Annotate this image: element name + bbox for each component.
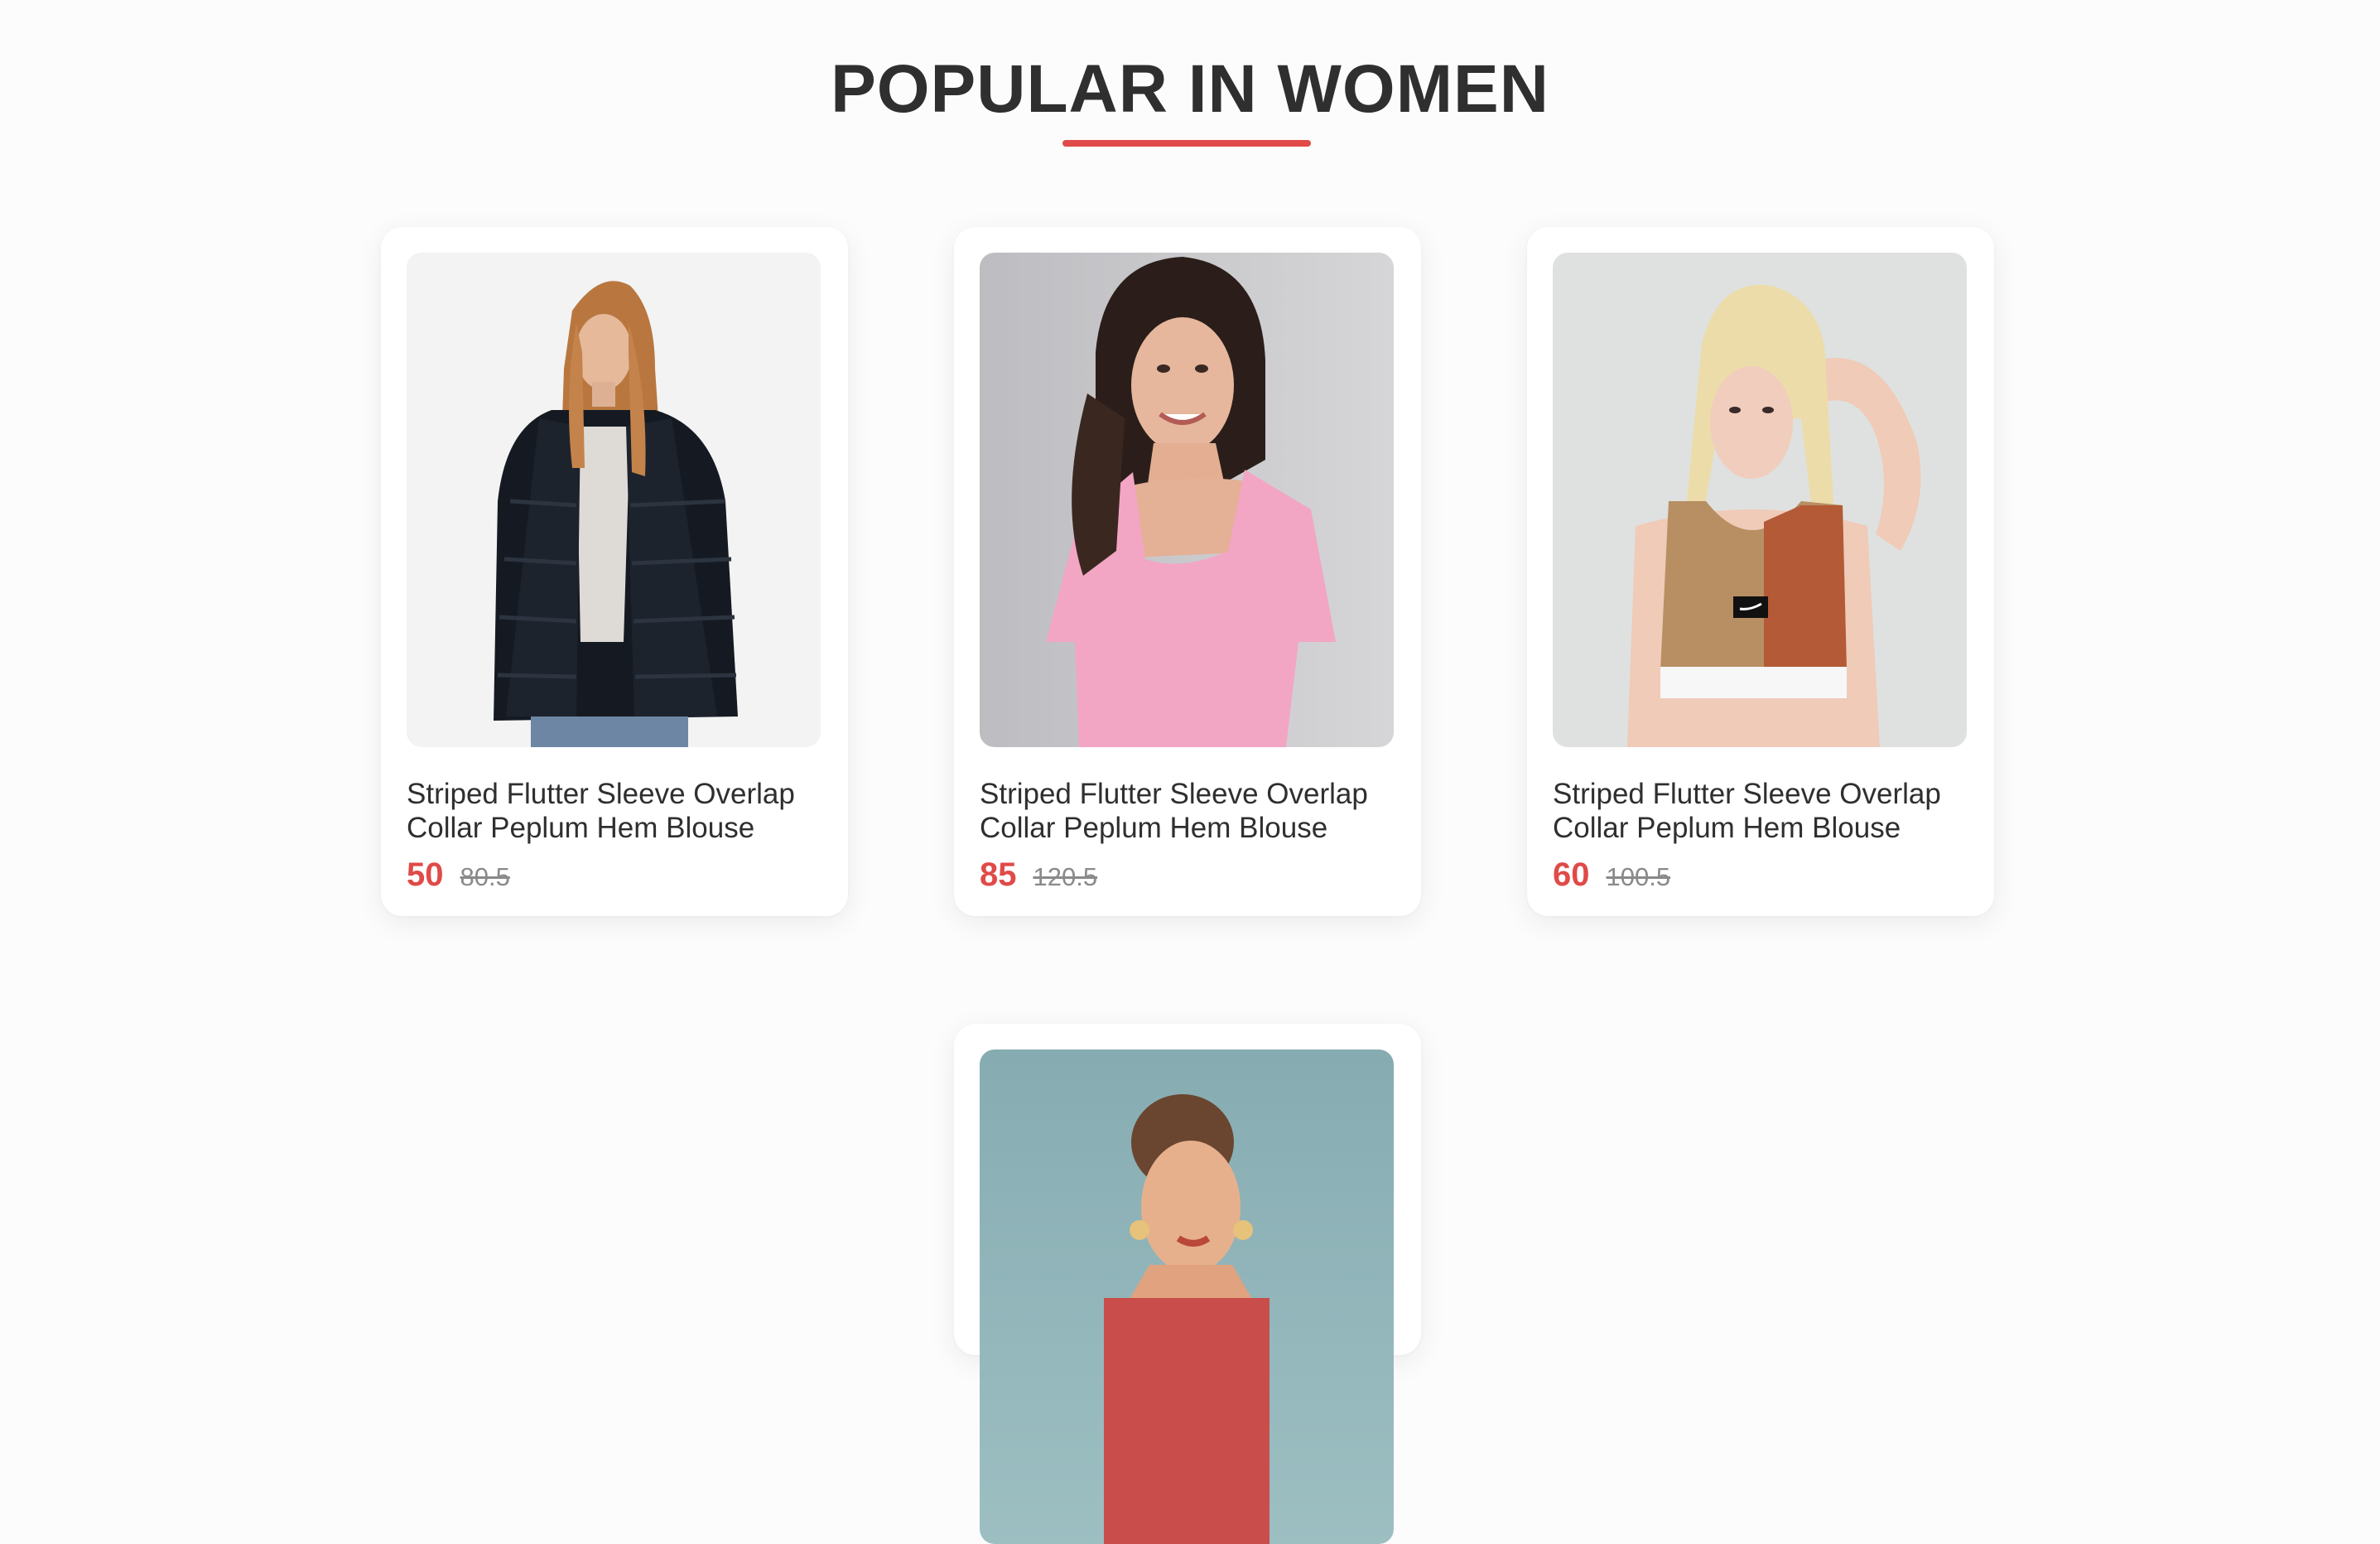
product-card[interactable]: Striped Flutter Sleeve Overlap Collar Pe… [954, 227, 1421, 916]
product-card[interactable] [954, 1024, 1421, 1544]
product-image[interactable] [980, 1049, 1394, 1544]
price-old: 120.5 [1033, 862, 1098, 891]
price-old: 80.5 [460, 862, 510, 891]
product-name[interactable]: Striped Flutter Sleeve Overlap Collar Pe… [980, 777, 1394, 845]
price-new: 50 [407, 856, 444, 893]
title-underline [1062, 140, 1311, 147]
product-image[interactable] [407, 253, 821, 747]
product-name[interactable]: Striped Flutter Sleeve Overlap Collar Pe… [407, 777, 821, 845]
product-name[interactable]: Striped Flutter Sleeve Overlap Collar Pe… [1553, 777, 1967, 845]
price-row: 85 120.5 [980, 856, 1395, 894]
price-row: 60 100.5 [1553, 856, 1968, 894]
product-image[interactable] [1553, 253, 1967, 747]
section-title: POPULAR IN WOMEN [831, 51, 1549, 127]
product-card[interactable]: Striped Flutter Sleeve Overlap Collar Pe… [381, 227, 848, 916]
product-card[interactable]: Striped Flutter Sleeve Overlap Collar Pe… [1527, 227, 1994, 916]
price-row: 50 80.5 [407, 856, 822, 894]
price-old: 100.5 [1606, 862, 1671, 891]
product-image[interactable] [980, 253, 1394, 747]
price-new: 85 [980, 856, 1017, 893]
price-new: 60 [1553, 856, 1590, 893]
